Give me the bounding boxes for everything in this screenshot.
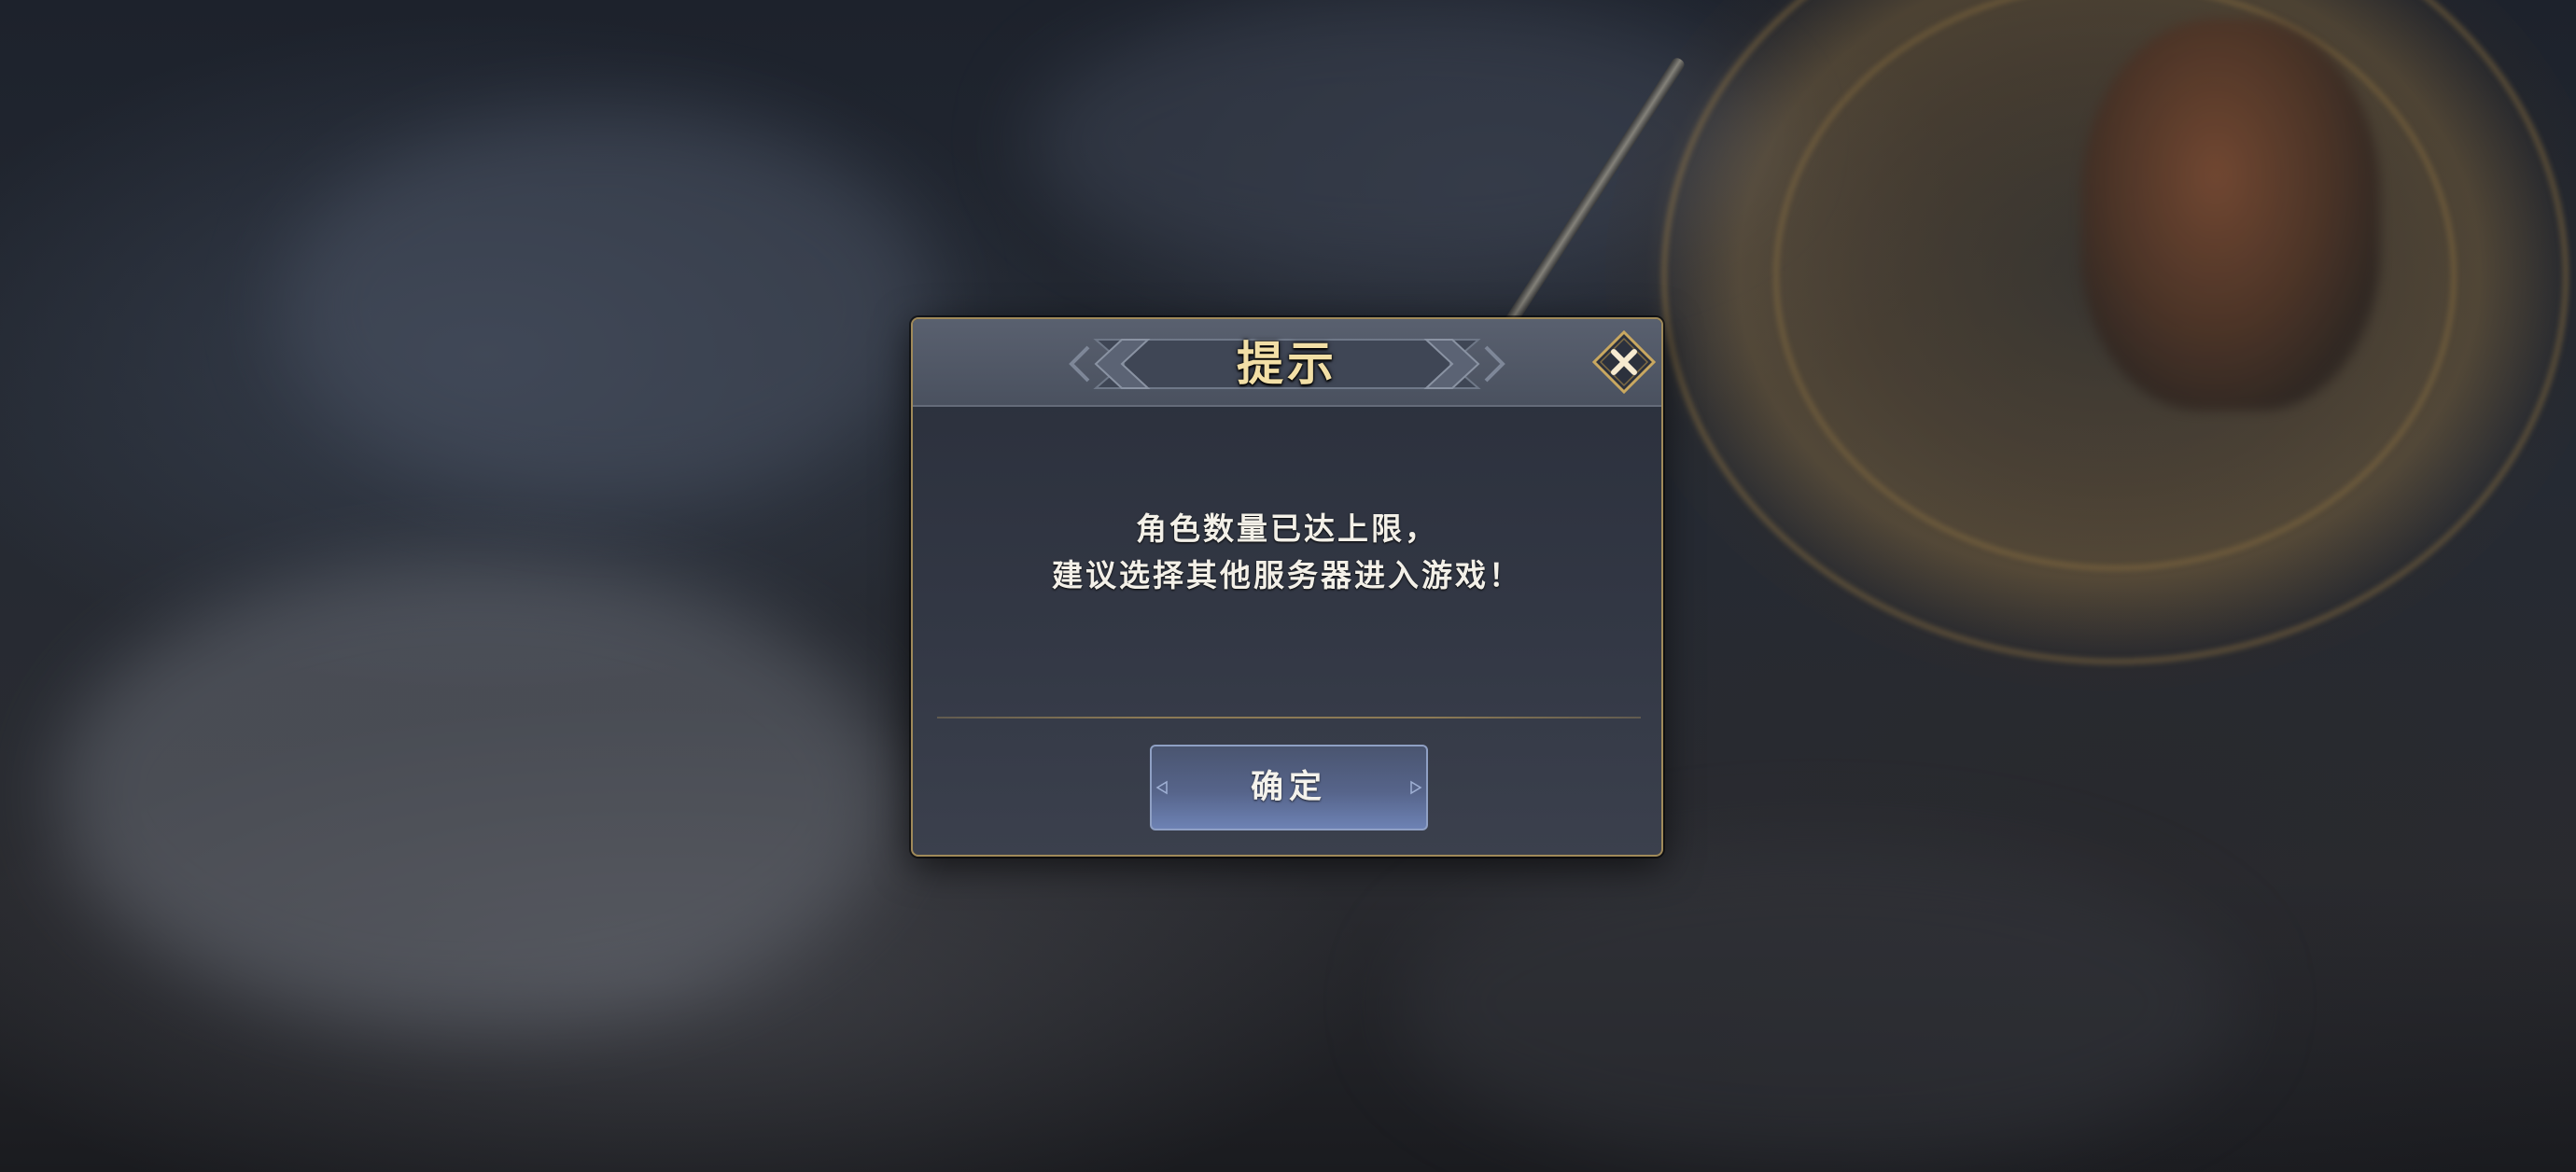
- title-banner: 提示: [1068, 336, 1506, 392]
- dialog-message: 角色数量已达上限， 建议选择其他服务器进入游戏！: [913, 506, 1661, 599]
- cloud-shape: [280, 112, 933, 504]
- dialog-header: 提示: [913, 319, 1661, 407]
- close-x-icon: [1591, 329, 1657, 395]
- message-line-1: 角色数量已达上限，: [1136, 510, 1438, 547]
- hero-figure: [2081, 19, 2380, 411]
- confirm-button[interactable]: 确定: [1150, 745, 1428, 830]
- close-button[interactable]: [1591, 329, 1657, 395]
- dialog-title: 提示: [1237, 336, 1337, 391]
- notice-dialog: 提示 角色数量已达上限， 建议选择其他服务器进入游戏！ 确定: [911, 317, 1663, 857]
- cloud-shape: [1400, 840, 2240, 1166]
- message-line-2: 建议选择其他服务器进入游戏！: [1052, 557, 1522, 593]
- cloud-shape: [56, 560, 896, 1026]
- confirm-label: 确定: [1250, 768, 1327, 806]
- divider: [937, 717, 1641, 719]
